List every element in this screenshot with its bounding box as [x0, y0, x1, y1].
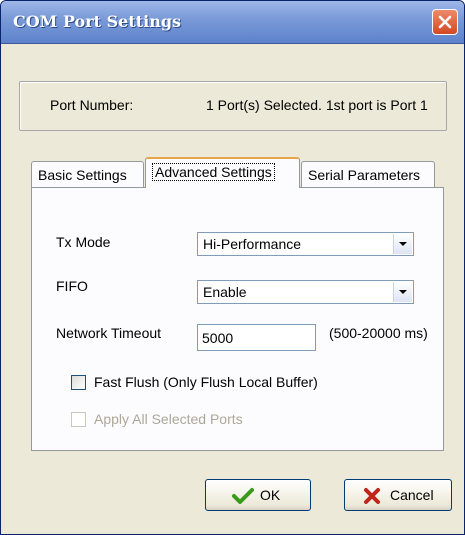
ok-button[interactable]: OK [205, 479, 311, 511]
network-timeout-label: Network Timeout [56, 325, 162, 341]
cancel-button[interactable]: Cancel [344, 479, 452, 511]
advanced-settings-panel: Tx Mode Hi-Performance FIFO Enable Netwo… [31, 187, 444, 451]
window-title: COM Port Settings [13, 12, 182, 31]
port-number-label: Port Number: [50, 97, 134, 113]
close-button[interactable] [432, 9, 458, 35]
fast-flush-checkbox[interactable] [71, 375, 86, 390]
chevron-down-icon [399, 290, 407, 294]
fifo-select[interactable]: Enable [197, 280, 414, 304]
tab-advanced-settings[interactable]: Advanced Settings [145, 157, 300, 188]
port-number-value: 1 Port(s) Selected. 1st port is Port 1 [206, 97, 428, 113]
network-timeout-range: (500-20000 ms) [329, 325, 428, 341]
tx-mode-select[interactable]: Hi-Performance [197, 232, 414, 256]
close-icon [438, 15, 452, 29]
tx-mode-dropdown-button[interactable] [393, 234, 412, 254]
chevron-down-icon [399, 242, 407, 246]
tab-serial-parameters[interactable]: Serial Parameters [301, 161, 435, 187]
checkmark-icon [232, 488, 254, 504]
x-icon [364, 488, 380, 504]
title-bar[interactable]: COM Port Settings [1, 1, 464, 44]
fifo-dropdown-button[interactable] [393, 282, 412, 302]
apply-all-label: Apply All Selected Ports [94, 411, 243, 427]
port-number-box: Port Number: 1 Port(s) Selected. 1st por… [19, 81, 447, 131]
network-timeout-input[interactable]: 5000 [197, 324, 316, 351]
com-port-settings-dialog: COM Port Settings Port Number: 1 Port(s)… [0, 0, 465, 535]
ok-label: OK [260, 487, 281, 503]
fast-flush-label[interactable]: Fast Flush (Only Flush Local Buffer) [94, 374, 318, 390]
fifo-label: FIFO [56, 278, 88, 294]
cancel-label: Cancel [390, 487, 434, 503]
tx-mode-value: Hi-Performance [203, 236, 302, 252]
apply-all-checkbox[interactable] [71, 412, 86, 427]
tab-basic-settings[interactable]: Basic Settings [31, 161, 144, 187]
fifo-value: Enable [203, 284, 247, 300]
tx-mode-label: Tx Mode [56, 234, 111, 250]
network-timeout-value: 5000 [202, 330, 234, 346]
